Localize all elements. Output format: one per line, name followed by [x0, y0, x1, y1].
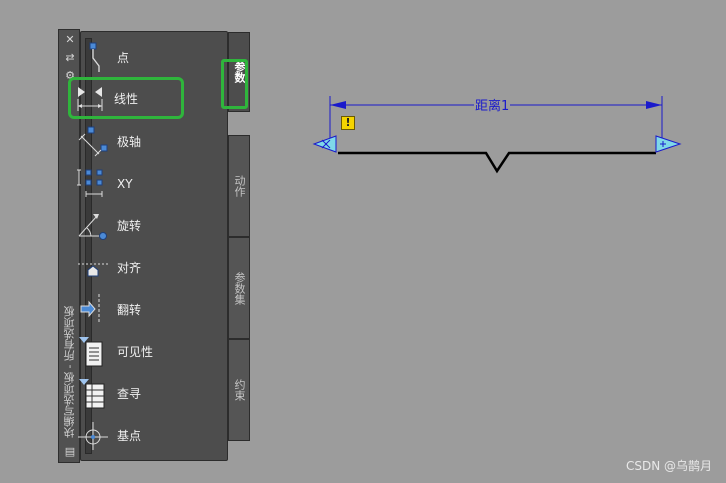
palette-item-xy[interactable]: XY	[74, 164, 202, 204]
watermark: CSDN @乌鹊月	[625, 459, 712, 473]
tab-label: 动作	[233, 175, 246, 197]
palette-item-label: 极轴	[117, 134, 142, 149]
polar-parameter-icon	[74, 123, 112, 159]
palette-item-alignment[interactable]: 对齐	[74, 247, 202, 287]
warning-icon[interactable]: !	[341, 116, 355, 130]
palette-item-label: 基点	[117, 428, 142, 443]
tab-actions[interactable]: 动作	[228, 135, 250, 237]
xy-parameter-icon	[74, 166, 112, 202]
tab-parameter-sets[interactable]: 参数集	[228, 237, 250, 339]
basepoint-parameter-icon	[74, 417, 112, 453]
tab-highlight-box	[221, 59, 248, 109]
point-parameter-icon	[74, 39, 112, 75]
palette-item-label: 可见性	[117, 344, 154, 359]
lookup-parameter-icon	[74, 375, 112, 411]
palette-item-lookup[interactable]: 查寻	[74, 373, 202, 413]
palette-item-label: 查寻	[117, 386, 142, 401]
tab-label: 参数集	[233, 271, 246, 305]
palette-item-polar[interactable]: 极轴	[74, 121, 202, 161]
tab-constraints[interactable]: 约束	[228, 339, 250, 441]
palette-item-label: XY	[117, 177, 133, 191]
palette-item-flip[interactable]: 翻转	[74, 289, 202, 329]
drawing-canvas[interactable]	[260, 0, 726, 483]
block-authoring-palette: ✕ ⇄ ⚙ 块编写选项板 - 所有选项板 ▤ 点 线性 极轴 XY 旋转 对齐 …	[58, 29, 250, 463]
palette-item-label: 线性	[114, 91, 139, 106]
linear-parameter-icon	[71, 80, 109, 116]
palette-item-label: 对齐	[117, 260, 142, 275]
palette-item-rotation[interactable]: 旋转	[74, 205, 202, 245]
palette-item-basepoint[interactable]: 基点	[74, 415, 202, 455]
palette-item-label: 翻转	[117, 302, 142, 317]
palette-item-linear[interactable]: 线性	[68, 77, 184, 119]
dimension-label[interactable]: 距离1	[474, 95, 511, 114]
tab-label: 约束	[233, 379, 246, 401]
palette-item-point[interactable]: 点	[74, 37, 202, 77]
visibility-parameter-icon	[74, 333, 112, 369]
palette-item-visibility[interactable]: 可见性	[74, 331, 202, 371]
palette-item-label: 旋转	[117, 218, 142, 233]
alignment-parameter-icon	[74, 249, 112, 285]
flip-parameter-icon	[74, 291, 112, 327]
palette-item-label: 点	[117, 50, 130, 65]
rotation-parameter-icon	[74, 207, 112, 243]
